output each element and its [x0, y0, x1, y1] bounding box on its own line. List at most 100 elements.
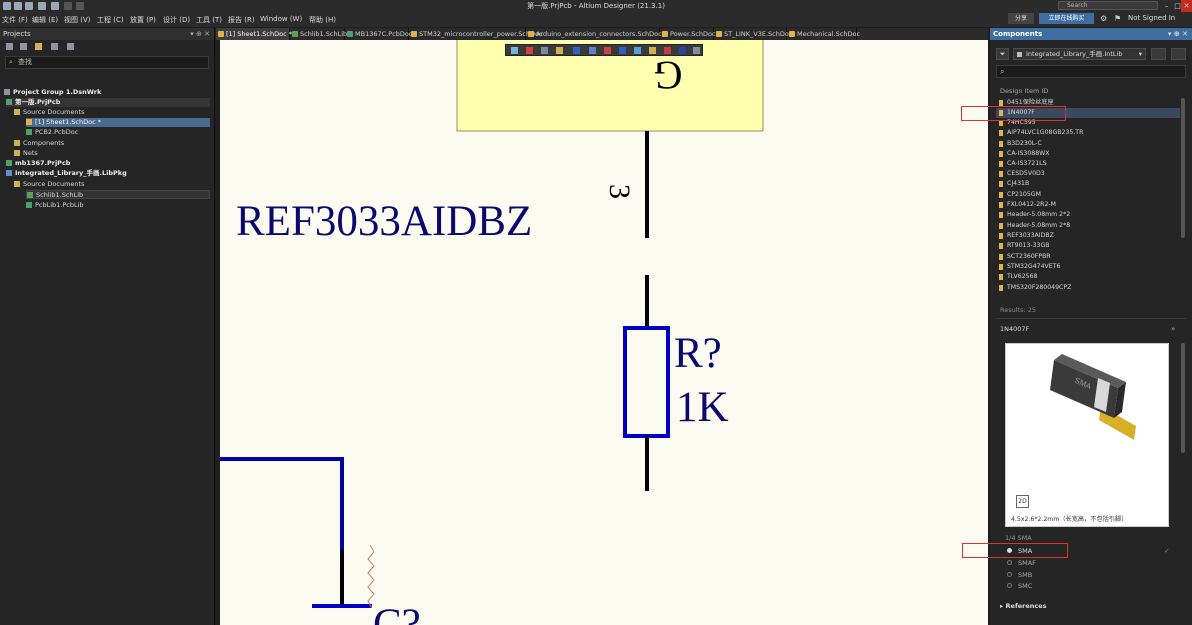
directive-icon[interactable] — [664, 47, 671, 54]
menu-tools[interactable]: 工具 (T) — [196, 15, 222, 25]
component-item[interactable]: CJ431B — [996, 179, 1180, 189]
menu-edit[interactable]: 编辑 (E) — [32, 15, 58, 25]
menu-icon[interactable] — [1151, 48, 1166, 60]
tree-item-sheet1[interactable]: [1] Sheet1.SchDoc * — [26, 118, 210, 127]
detail-scrollbar[interactable] — [1181, 343, 1185, 453]
tab-mechanical[interactable]: Mechanical.SchDoc — [787, 28, 860, 40]
filter-icon[interactable] — [511, 47, 518, 54]
panel-controls-icon[interactable]: ▾ ⊕ ✕ — [1168, 28, 1188, 40]
sheet-symbol-icon[interactable] — [634, 47, 641, 54]
save-project-icon[interactable] — [51, 43, 58, 50]
tab-schlib1[interactable]: Schlib1.SchLib — [290, 28, 348, 40]
component-search-input[interactable]: ⌕ — [996, 65, 1186, 78]
model-option-smb[interactable]: SMB — [1005, 570, 1032, 580]
tab-arduino-connectors[interactable]: Arduino_extension_connectors.SchDoc — [526, 28, 662, 40]
move-icon[interactable] — [526, 47, 533, 54]
tree-item-integrated-library[interactable]: Integrated_Library_手画.LibPkg — [6, 169, 127, 178]
tab-label: Schlib1.SchLib — [300, 30, 348, 38]
component-item[interactable]: CA-IS3721LS — [996, 159, 1180, 169]
port-icon[interactable] — [649, 47, 656, 54]
tab-power[interactable]: Power.SchDoc — [660, 28, 716, 40]
tree-item-mb1367[interactable]: mb1367.PrjPcb — [6, 159, 70, 168]
component-item[interactable]: Header-5.08mm 2*2 — [996, 210, 1180, 220]
filter-icon[interactable]: ⏷ — [996, 48, 1009, 60]
notifications-icon[interactable]: ⚑ — [1114, 14, 1121, 23]
tree-item-project-diyiban[interactable]: 第一版.PrjPcb — [6, 98, 210, 107]
part-icon[interactable] — [619, 47, 626, 54]
align-icon[interactable] — [556, 47, 563, 54]
schematic-canvas[interactable]: G 3 REF3033AIDBZ R? 1K C? — [220, 40, 988, 625]
share-button[interactable]: 分享 — [1008, 13, 1034, 24]
tree-item-nets[interactable]: Nets — [14, 149, 38, 158]
menu-project[interactable]: 工程 (C) — [97, 15, 124, 25]
resistor-body[interactable] — [623, 326, 670, 438]
panel-pin-icon[interactable]: ▾ ⊕ ✕ — [190, 28, 210, 40]
component-icon — [999, 274, 1003, 280]
collapse-icon[interactable]: » — [1171, 325, 1175, 333]
model-count[interactable]: 1/4 SMA — [1005, 534, 1032, 542]
component-item[interactable]: CESD5V0D3 — [996, 169, 1180, 179]
copy-icon[interactable] — [20, 43, 27, 50]
project-search-input[interactable]: ⌕ 查找 — [5, 56, 209, 69]
tree-item-source-documents[interactable]: Source Documents — [14, 108, 84, 117]
select-icon[interactable] — [541, 47, 548, 54]
component-item[interactable]: Header-5.08mm 2*8 — [996, 221, 1180, 231]
menu-file[interactable]: 文件 (F) — [2, 15, 28, 25]
power-port-icon[interactable] — [604, 47, 611, 54]
component-item[interactable]: RT9013-33GB — [996, 241, 1180, 251]
tree-item-components[interactable]: Components — [14, 139, 64, 148]
component-item[interactable]: TLV62568 — [996, 272, 1180, 282]
component-item[interactable]: TMS320F280049CPZ — [996, 283, 1180, 293]
project-options-icon[interactable] — [67, 43, 74, 50]
new-document-icon[interactable] — [6, 43, 13, 50]
component-item[interactable]: SCT2360FPBR — [996, 252, 1180, 262]
sign-in-status[interactable]: Not Signed In — [1128, 14, 1175, 22]
component-item[interactable]: AiP74LVC1G08GB235.TR — [996, 128, 1180, 138]
component-item[interactable]: CA-IS3088WX — [996, 149, 1180, 159]
global-search-input[interactable]: Search — [1058, 1, 1158, 10]
model-option-label: SMAF — [1018, 559, 1036, 567]
component-icon — [999, 212, 1003, 218]
library-select[interactable]: Integrated_Library_手画.IntLib ▾ — [1013, 48, 1146, 60]
model-option-smc[interactable]: SMC — [1005, 581, 1032, 591]
bus-icon[interactable] — [589, 47, 596, 54]
shapes-icon[interactable] — [693, 47, 700, 54]
schematic-doc-icon — [411, 31, 417, 37]
component-icon — [999, 151, 1003, 157]
tree-item-pcb2[interactable]: PCB2.PcbDoc — [26, 128, 78, 137]
menu-help[interactable]: 帮助 (H) — [309, 15, 336, 25]
menu-window[interactable]: Window (W) — [260, 15, 302, 23]
component-list-scrollbar[interactable] — [1181, 98, 1185, 238]
component-item[interactable]: STM32G474VET6 — [996, 262, 1180, 272]
tree-item-project-group[interactable]: Project Group 1.DsnWrk — [4, 88, 101, 97]
tab-st-link[interactable]: ST_LINK_V3E.SchDoc — [714, 28, 792, 40]
model-preview[interactable]: SMA — [1005, 343, 1169, 527]
text-icon[interactable] — [679, 47, 686, 54]
menu-design[interactable]: 设计 (D) — [163, 15, 190, 25]
menu-place[interactable]: 放置 (P) — [130, 15, 156, 25]
tab-sheet1[interactable]: [1] Sheet1.SchDoc * — [216, 28, 292, 40]
references-section[interactable]: ▸ References — [1000, 602, 1047, 610]
gear-icon[interactable]: ⚙ — [1100, 14, 1107, 23]
menu-reports[interactable]: 报告 (R) — [228, 15, 255, 25]
model-option-smaf[interactable]: SMAF — [1005, 558, 1036, 568]
menu-view[interactable]: 视图 (V) — [64, 15, 90, 25]
design-item-id-header[interactable]: Design Item ID — [996, 86, 1180, 96]
wire-blue[interactable] — [220, 457, 344, 550]
tree-item-lib-source-documents[interactable]: Source Documents — [14, 180, 84, 189]
minimize-button[interactable]: – — [1161, 0, 1172, 12]
tree-item-pcblib1[interactable]: PcbLib1.PcbLib — [26, 201, 84, 210]
open-folder-icon[interactable] — [35, 43, 42, 50]
component-item[interactable]: B3D230L-C — [996, 139, 1180, 149]
tab-mb1367c[interactable]: MB1367C.PcbDoc — [345, 28, 412, 40]
tree-item-schlib1[interactable]: Schlib1.SchLib — [26, 190, 210, 199]
buy-online-button[interactable]: 立即在线购买 — [1039, 13, 1094, 24]
wire-icon[interactable] — [573, 47, 580, 54]
component-item[interactable]: REF3033AIDBZ — [996, 231, 1180, 241]
close-button[interactable]: ✕ — [1181, 0, 1192, 12]
component-item[interactable]: CP2105GM — [996, 190, 1180, 200]
component-item[interactable]: FXL0412-2R2-M — [996, 200, 1180, 210]
view-2d-button[interactable]: 2D — [1016, 495, 1029, 508]
layout-icon[interactable] — [1171, 48, 1186, 60]
tab-stm32-power[interactable]: STM32_microcontroller_power.SchDoc — [409, 28, 543, 40]
